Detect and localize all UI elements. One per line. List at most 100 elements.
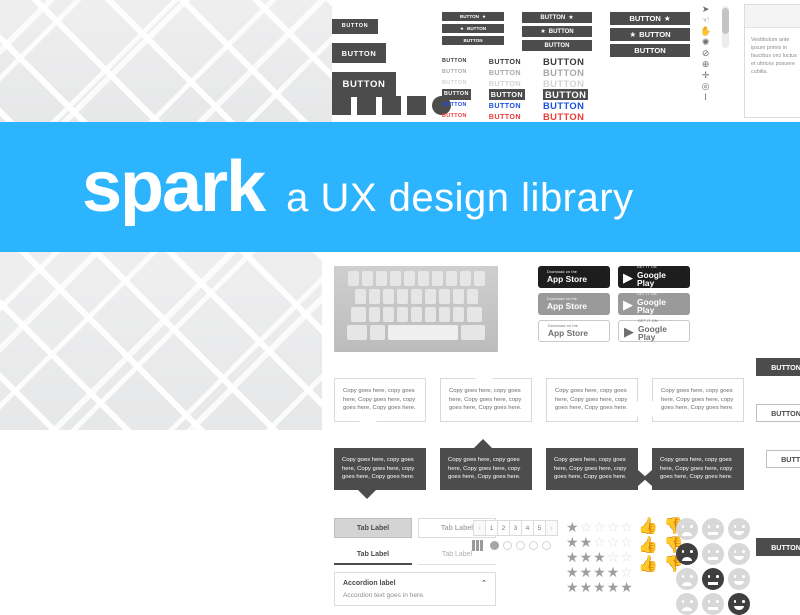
numeric-key[interactable] xyxy=(347,325,367,340)
star-empty-icon[interactable]: ☆ xyxy=(620,535,633,549)
face-sad-icon[interactable] xyxy=(676,518,698,540)
star-filled-icon[interactable]: ★ xyxy=(593,550,606,564)
thumbs-up-icon[interactable]: 👍 xyxy=(638,537,658,554)
star-empty-icon[interactable]: ☆ xyxy=(607,520,620,534)
bar-indicator-icon[interactable] xyxy=(472,540,483,551)
keyboard-key[interactable] xyxy=(396,289,408,304)
text-button-default[interactable]: BUTTON xyxy=(543,56,588,67)
star-button-icon-left[interactable]: ★ BUTTON xyxy=(522,26,592,37)
tab-underline-active[interactable]: Tab Label xyxy=(334,545,412,565)
keyboard-key[interactable] xyxy=(473,271,485,286)
star-filled-icon[interactable]: ★ xyxy=(607,580,620,594)
keyboard-key[interactable] xyxy=(382,289,394,304)
keyboard-key[interactable] xyxy=(466,289,478,304)
side-button-solid[interactable]: BUTTON xyxy=(756,358,800,376)
carousel-dot[interactable] xyxy=(541,541,551,550)
text-button-hover[interactable]: BUTTON xyxy=(442,67,471,78)
face-neutral-icon[interactable] xyxy=(702,518,724,540)
star-filled-icon[interactable]: ★ xyxy=(593,580,606,594)
carousel-dot[interactable] xyxy=(502,541,512,550)
face-happy-icon[interactable] xyxy=(728,568,750,590)
text-button-default[interactable]: BUTTON xyxy=(442,56,471,67)
keyboard-key[interactable] xyxy=(459,271,471,286)
side-button-solid[interactable]: BUTTON xyxy=(756,538,800,556)
star-empty-icon[interactable]: ☆ xyxy=(620,565,633,579)
star-empty-icon[interactable]: ☆ xyxy=(593,520,606,534)
app-store-badge[interactable]: Download on the App Store xyxy=(538,266,610,288)
star-button-icon-right[interactable]: BUTTON ★ xyxy=(442,12,504,21)
google-play-badge[interactable]: ▶ GET IT ON Google Play xyxy=(618,293,690,315)
chevron-up-icon[interactable]: ⌃ xyxy=(481,579,487,587)
star-filled-icon[interactable]: ★ xyxy=(566,550,579,564)
star-filled-icon[interactable]: ★ xyxy=(607,565,620,579)
star-button-plain[interactable]: BUTTON xyxy=(442,36,504,45)
star-filled-icon[interactable]: ★ xyxy=(566,580,579,594)
text-button-hover[interactable]: BUTTON xyxy=(489,67,525,78)
accordion-header[interactable]: Accordion label ⌃ xyxy=(343,579,487,588)
star-filled-icon[interactable]: ★ xyxy=(620,580,633,594)
star-button-icon-right[interactable]: BUTTON ★ xyxy=(522,12,592,23)
keyboard-key[interactable] xyxy=(382,307,394,322)
keyboard-key[interactable] xyxy=(403,271,415,286)
text-button-link[interactable]: BUTTON xyxy=(442,100,471,111)
star-button-plain[interactable]: BUTTON xyxy=(522,40,592,51)
face-sad-icon-selected[interactable] xyxy=(676,543,698,565)
star-rating-row[interactable]: ★ ☆ ☆ ☆ ☆ xyxy=(566,520,633,534)
solid-button-small[interactable]: BUTTON xyxy=(332,18,378,34)
scrollbar-thumb[interactable] xyxy=(722,8,729,34)
keyboard-key[interactable] xyxy=(354,289,366,304)
solid-button-medium[interactable]: BUTTON xyxy=(332,43,386,63)
star-filled-icon[interactable]: ★ xyxy=(593,565,606,579)
star-empty-icon[interactable]: ☆ xyxy=(607,535,620,549)
star-button-icon-left[interactable]: ★ BUTTON xyxy=(442,24,504,33)
carousel-dot[interactable] xyxy=(515,541,525,550)
star-filled-icon[interactable]: ★ xyxy=(580,550,593,564)
face-neutral-icon[interactable] xyxy=(702,593,724,615)
keyboard-key[interactable] xyxy=(424,307,436,322)
star-empty-icon[interactable]: ☆ xyxy=(620,550,633,564)
face-neutral-icon-selected[interactable] xyxy=(702,568,724,590)
keyboard-key[interactable] xyxy=(410,307,422,322)
star-filled-icon[interactable]: ★ xyxy=(580,565,593,579)
keyboard-key[interactable] xyxy=(389,271,401,286)
scrollbar-track[interactable] xyxy=(722,6,729,48)
thumbs-up-icon[interactable]: 👍 xyxy=(638,556,658,573)
on-screen-keyboard[interactable] xyxy=(334,266,498,352)
star-rating-row[interactable]: ★ ★ ☆ ☆ ☆ xyxy=(566,535,633,549)
keyboard-key[interactable] xyxy=(396,307,408,322)
keyboard-key[interactable] xyxy=(368,289,380,304)
keyboard-key[interactable] xyxy=(347,271,359,286)
star-filled-icon[interactable]: ★ xyxy=(566,520,579,534)
keyboard-key[interactable] xyxy=(452,307,464,322)
face-happy-icon[interactable] xyxy=(728,543,750,565)
text-button-hover[interactable]: BUTTON xyxy=(543,67,588,78)
star-empty-icon[interactable]: ☆ xyxy=(607,550,620,564)
pagination-next[interactable]: › xyxy=(545,520,558,536)
text-button-link[interactable]: BUTTON xyxy=(543,100,588,111)
star-filled-icon[interactable]: ★ xyxy=(566,565,579,579)
star-empty-icon[interactable]: ☆ xyxy=(580,520,593,534)
star-rating-row[interactable]: ★ ★ ★ ☆ ☆ xyxy=(566,550,633,564)
google-play-badge[interactable]: ▶ GET IT ON Google Play xyxy=(618,320,690,342)
star-filled-icon[interactable]: ★ xyxy=(580,580,593,594)
face-neutral-icon[interactable] xyxy=(702,543,724,565)
text-button-inverted[interactable]: BUTTON xyxy=(442,89,471,100)
star-rating-row[interactable]: ★ ★ ★ ★ ★ xyxy=(566,580,633,594)
face-sad-icon[interactable] xyxy=(676,593,698,615)
text-button-inverted[interactable]: BUTTON xyxy=(542,89,589,100)
side-button-outline[interactable]: BUTTON xyxy=(766,450,800,468)
keyboard-key[interactable] xyxy=(417,271,429,286)
star-empty-icon[interactable]: ☆ xyxy=(593,535,606,549)
keyboard-key[interactable] xyxy=(438,289,450,304)
text-button-link[interactable]: BUTTON xyxy=(489,100,525,111)
carousel-dot-active[interactable] xyxy=(489,541,499,550)
text-button-danger[interactable]: BUTTON xyxy=(489,111,525,122)
star-rating-row[interactable]: ★ ★ ★ ★ ☆ xyxy=(566,565,633,579)
keyboard-key[interactable] xyxy=(368,307,380,322)
text-button-default[interactable]: BUTTON xyxy=(489,56,525,67)
return-key[interactable] xyxy=(461,325,485,340)
space-key[interactable] xyxy=(388,325,458,340)
keyboard-key[interactable] xyxy=(431,271,443,286)
carousel-dot[interactable] xyxy=(528,541,538,550)
keyboard-key[interactable] xyxy=(361,271,373,286)
